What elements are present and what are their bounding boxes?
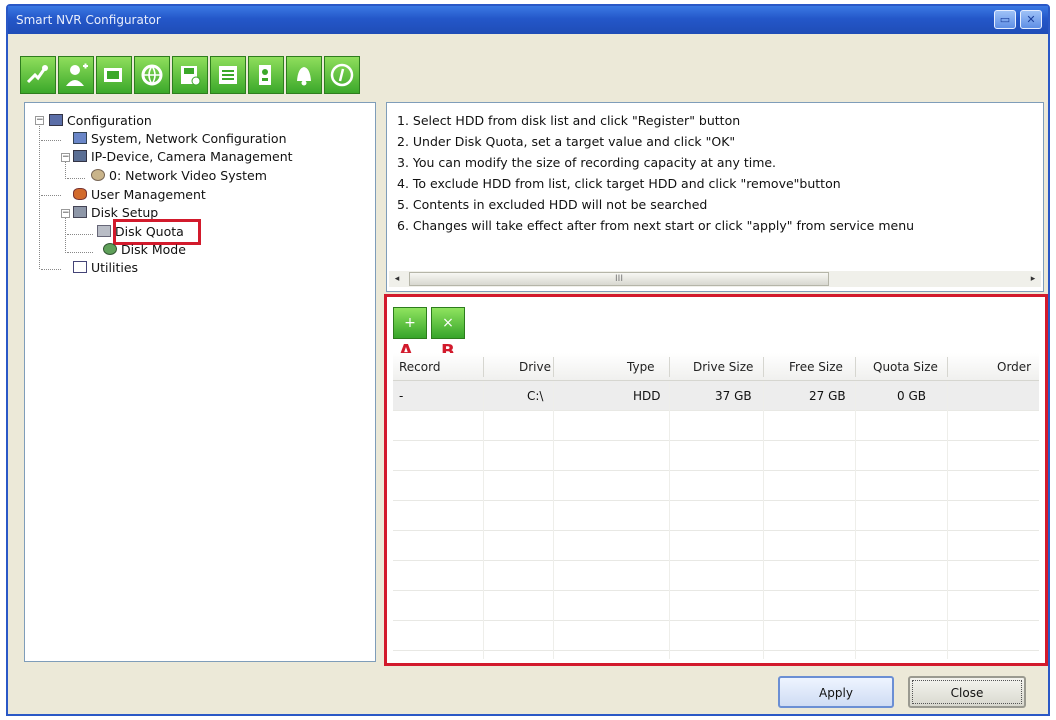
table-row (393, 411, 1039, 441)
table-row (393, 561, 1039, 591)
tree-label: 0: Network Video System (109, 168, 267, 183)
network-tools-icon[interactable] (20, 56, 56, 94)
tree-label: IP-Device, Camera Management (91, 149, 293, 164)
table-row (393, 531, 1039, 561)
tree-label: System, Network Configuration (91, 131, 287, 146)
tree-label: Utilities (91, 260, 139, 275)
cell-quota-size: 0 GB (897, 389, 926, 403)
apply-button[interactable]: Apply (778, 676, 894, 708)
cell-free-size: 27 GB (809, 389, 846, 403)
tree-label: User Management (91, 187, 206, 202)
expand-disk-setup[interactable]: − (61, 209, 70, 218)
instruction-line: 2. Under Disk Quota, set a target value … (397, 134, 736, 149)
user-add-icon[interactable] (58, 56, 94, 94)
table-row (393, 501, 1039, 531)
instruction-line: 5. Contents in excluded HDD will not be … (397, 197, 708, 212)
device-icon[interactable] (248, 56, 284, 94)
cell-order (991, 381, 1003, 411)
configuration-icon (49, 114, 63, 126)
cell-drive-size: 37 GB (715, 389, 752, 403)
tree-item-configuration[interactable]: Configuration (49, 113, 152, 128)
table-header: Record Drive Type Drive Size Free Size Q… (393, 353, 1039, 381)
tree-item-user-management[interactable]: User Management (73, 187, 206, 202)
cell-drive: C:\ (527, 389, 544, 403)
remove-disk-button[interactable]: × (431, 307, 465, 339)
register-disk-button[interactable]: + (393, 307, 427, 339)
title-bar: Smart NVR Configurator ▭ ✕ (8, 6, 1048, 34)
close-window-button[interactable]: ✕ (1020, 10, 1042, 29)
column-header-order[interactable]: Order (991, 353, 1037, 381)
main-toolbar (20, 56, 360, 94)
column-header-free-size[interactable]: Free Size (783, 353, 849, 381)
disk-quota-panel: + × A B Record Drive Type Drive Size Fre… (384, 294, 1048, 666)
remove-icon: × (442, 315, 454, 331)
cell-record: - (399, 389, 404, 403)
configuration-tree[interactable]: − Configuration System, Network Configur… (24, 102, 376, 662)
disk-quota-icon (97, 225, 111, 237)
instructions-panel: 1. Select HDD from disk list and click "… (386, 102, 1044, 292)
instruction-line: 6. Changes will take effect after from n… (397, 218, 915, 233)
tree-label: Configuration (67, 113, 152, 128)
close-button[interactable]: Close (908, 676, 1026, 708)
column-header-record[interactable]: Record (393, 353, 446, 381)
nvs-user-icon (91, 169, 105, 181)
disk-icon (73, 206, 87, 218)
tree-item-disk-setup[interactable]: Disk Setup (73, 205, 158, 220)
tree-item-system-network[interactable]: System, Network Configuration (73, 131, 287, 146)
camera-icon[interactable] (96, 56, 132, 94)
scroll-left-arrow-icon[interactable]: ◂ (389, 271, 405, 287)
network-icon (73, 132, 87, 144)
configurator-window: Smart NVR Configurator ▭ ✕ − Configurati… (6, 4, 1050, 716)
utilities-icon (73, 261, 87, 273)
column-header-quota-size[interactable]: Quota Size (867, 353, 944, 381)
table-row (393, 471, 1039, 501)
horizontal-scrollbar[interactable]: ◂ III ▸ (389, 271, 1041, 287)
table-row[interactable]: - C:\ HDD 37 GB 27 GB 0 GB (393, 381, 1039, 411)
tree-item-ip-device[interactable]: IP-Device, Camera Management (73, 149, 293, 164)
instruction-line: 4. To exclude HDD from list, click targe… (397, 176, 841, 191)
tree-label: Disk Setup (91, 205, 159, 220)
users-icon (73, 188, 87, 200)
tree-item-network-video-system[interactable]: 0: Network Video System (91, 168, 267, 183)
list-icon[interactable] (210, 56, 246, 94)
instruction-line: 3. You can modify the size of recording … (397, 155, 777, 170)
table-row (393, 621, 1039, 651)
bell-icon[interactable] (286, 56, 322, 94)
register-icon: + (404, 315, 416, 331)
tree-label: Disk Mode (121, 242, 186, 257)
globe-icon[interactable] (134, 56, 170, 94)
camera-device-icon (73, 150, 87, 162)
tree-item-utilities[interactable]: Utilities (73, 260, 138, 275)
cell-type: HDD (633, 389, 661, 403)
info-icon[interactable] (324, 56, 360, 94)
tree-item-disk-mode[interactable]: Disk Mode (103, 242, 186, 257)
disk-save-icon[interactable] (172, 56, 208, 94)
disk-mode-icon (103, 243, 117, 255)
window-title: Smart NVR Configurator (16, 13, 161, 27)
table-row (393, 591, 1039, 621)
table-row (393, 441, 1039, 471)
instruction-line: 1. Select HDD from disk list and click "… (397, 113, 741, 128)
expand-ip-device[interactable]: − (61, 153, 70, 162)
column-header-type[interactable]: Type (621, 353, 661, 381)
column-header-drive[interactable]: Drive (513, 353, 557, 381)
column-header-drive-size[interactable]: Drive Size (687, 353, 759, 381)
disk-table[interactable]: Record Drive Type Drive Size Free Size Q… (393, 353, 1039, 659)
expand-configuration[interactable]: − (35, 116, 44, 125)
scroll-thumb[interactable]: III (409, 272, 829, 286)
scroll-right-arrow-icon[interactable]: ▸ (1025, 271, 1041, 287)
minimize-button[interactable]: ▭ (994, 10, 1016, 29)
